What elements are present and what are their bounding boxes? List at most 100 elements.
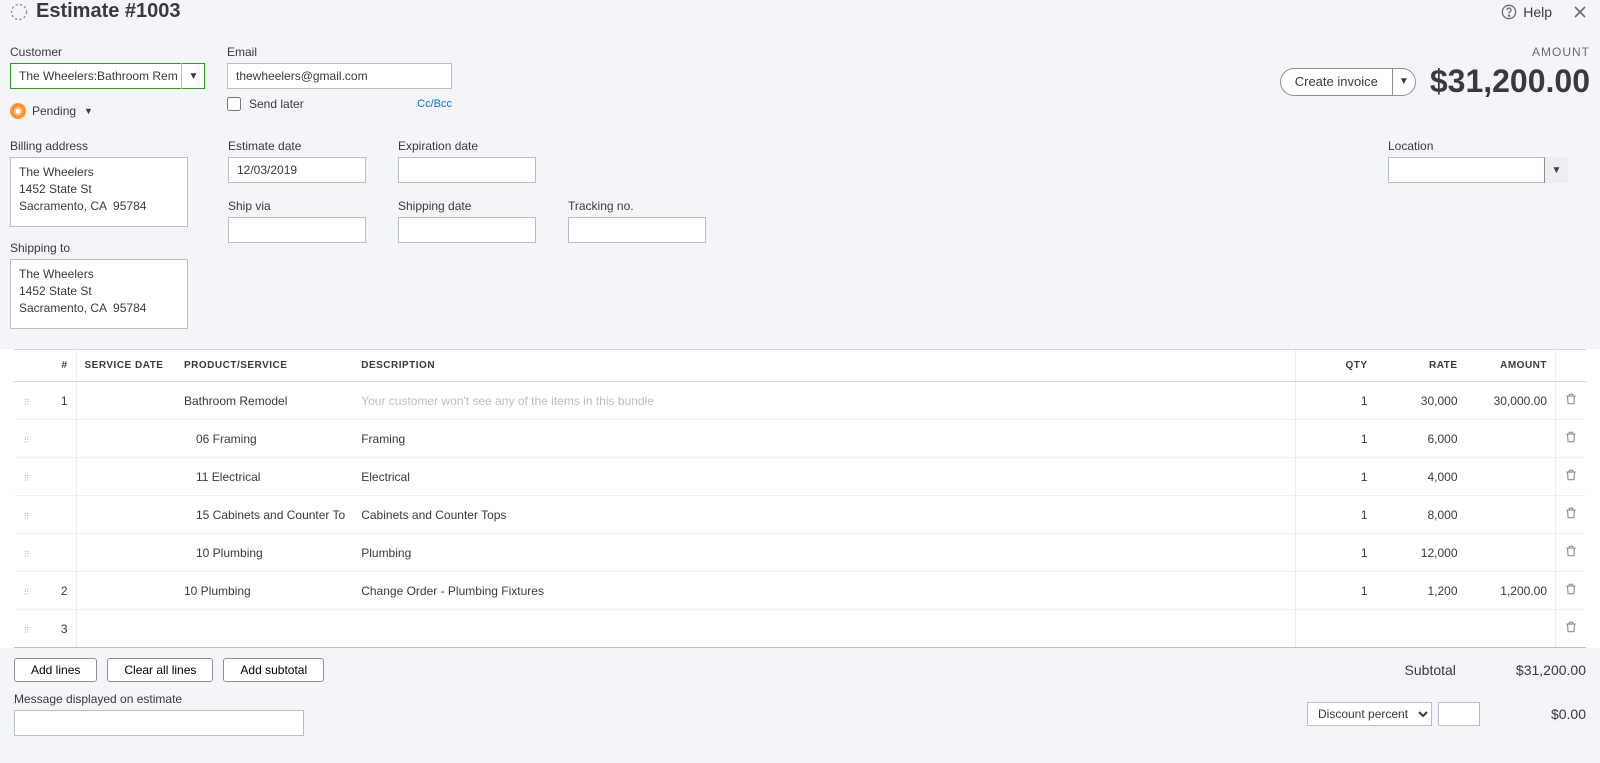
description-cell[interactable]: Plumbing — [353, 534, 1295, 572]
product-cell[interactable]: 11 Electrical — [176, 458, 353, 496]
description-cell[interactable]: Change Order - Plumbing Fixtures — [353, 572, 1295, 610]
product-cell[interactable]: 10 Plumbing — [176, 534, 353, 572]
status-dropdown[interactable]: ◉ Pending ▼ — [10, 103, 93, 119]
delete-row-icon[interactable] — [1556, 572, 1587, 610]
billing-address-label: Billing address — [10, 139, 188, 153]
rate-cell[interactable] — [1376, 610, 1466, 648]
amount-cell[interactable] — [1466, 610, 1556, 648]
service-date-cell[interactable] — [76, 382, 176, 420]
drag-handle-icon[interactable]: ⠿ — [14, 610, 40, 648]
service-date-cell[interactable] — [76, 496, 176, 534]
delete-row-icon[interactable] — [1556, 420, 1587, 458]
product-cell[interactable]: Bathroom Remodel — [176, 382, 353, 420]
drag-handle-icon[interactable]: ⠿ — [14, 382, 40, 420]
qty-cell[interactable] — [1296, 610, 1376, 648]
estimate-date-input[interactable] — [228, 157, 366, 183]
billing-address-input[interactable]: The Wheelers 1452 State St Sacramento, C… — [10, 157, 188, 227]
drag-handle-icon[interactable]: ⠿ — [14, 420, 40, 458]
service-date-cell[interactable] — [76, 572, 176, 610]
qty-cell[interactable]: 1 — [1296, 572, 1376, 610]
amount-cell[interactable]: 1,200.00 — [1466, 572, 1556, 610]
drag-handle-icon[interactable]: ⠿ — [14, 496, 40, 534]
col-product: PRODUCT/SERVICE — [176, 350, 353, 382]
row-num: 1 — [40, 382, 76, 420]
service-date-cell[interactable] — [76, 420, 176, 458]
table-row[interactable]: ⠿ 06 FramingFraming16,000 — [14, 420, 1586, 458]
qty-cell[interactable]: 1 — [1296, 496, 1376, 534]
clear-all-lines-button[interactable]: Clear all lines — [107, 658, 213, 682]
shipping-date-input[interactable] — [398, 217, 536, 243]
description-cell[interactable]: Electrical — [353, 458, 1295, 496]
rate-cell[interactable]: 30,000 — [1376, 382, 1466, 420]
service-date-cell[interactable] — [76, 534, 176, 572]
discount-type-select[interactable]: Discount percent — [1307, 702, 1432, 726]
amount-cell[interactable] — [1466, 534, 1556, 572]
rate-cell[interactable]: 1,200 — [1376, 572, 1466, 610]
delete-row-icon[interactable] — [1556, 458, 1587, 496]
qty-cell[interactable]: 1 — [1296, 420, 1376, 458]
close-icon[interactable] — [1570, 2, 1590, 22]
table-row[interactable]: ⠿ 10 PlumbingPlumbing112,000 — [14, 534, 1586, 572]
add-lines-button[interactable]: Add lines — [14, 658, 97, 682]
amount-cell[interactable] — [1466, 420, 1556, 458]
location-select[interactable] — [1388, 157, 1568, 183]
col-rate: RATE — [1376, 350, 1466, 382]
chevron-down-icon[interactable]: ▼ — [1544, 157, 1568, 183]
qty-cell[interactable]: 1 — [1296, 458, 1376, 496]
product-cell[interactable]: 06 Framing — [176, 420, 353, 458]
pending-icon: ◉ — [10, 103, 26, 119]
help-button[interactable]: Help — [1501, 4, 1552, 20]
table-row[interactable]: ⠿210 PlumbingChange Order - Plumbing Fix… — [14, 572, 1586, 610]
description-cell[interactable]: Framing — [353, 420, 1295, 458]
amount-cell[interactable]: 30,000.00 — [1466, 382, 1556, 420]
shipping-to-input[interactable]: The Wheelers 1452 State St Sacramento, C… — [10, 259, 188, 329]
send-later-checkbox[interactable]: Send later — [227, 97, 304, 111]
drag-handle-icon[interactable]: ⠿ — [14, 458, 40, 496]
delete-row-icon[interactable] — [1556, 534, 1587, 572]
delete-row-icon[interactable] — [1556, 610, 1587, 648]
table-row[interactable]: ⠿1Bathroom RemodelYour customer won't se… — [14, 382, 1586, 420]
product-cell[interactable] — [176, 610, 353, 648]
discount-input[interactable] — [1438, 702, 1480, 726]
email-input[interactable] — [227, 63, 452, 89]
product-cell[interactable]: 10 Plumbing — [176, 572, 353, 610]
service-date-cell[interactable] — [76, 610, 176, 648]
drag-handle-icon[interactable]: ⠿ — [14, 572, 40, 610]
table-row[interactable]: ⠿3 — [14, 610, 1586, 648]
estimate-icon — [10, 3, 28, 21]
chevron-down-icon[interactable]: ▼ — [1392, 68, 1416, 96]
amount-label: AMOUNT — [1280, 45, 1590, 59]
description-cell[interactable] — [353, 610, 1295, 648]
chevron-down-icon: ▼ — [84, 106, 93, 116]
service-date-cell[interactable] — [76, 458, 176, 496]
description-cell[interactable]: Your customer won't see any of the items… — [353, 382, 1295, 420]
amount-cell[interactable] — [1466, 496, 1556, 534]
add-subtotal-button[interactable]: Add subtotal — [223, 658, 324, 682]
message-input[interactable] — [14, 710, 304, 736]
amount-cell[interactable] — [1466, 458, 1556, 496]
table-row[interactable]: ⠿ 11 ElectricalElectrical14,000 — [14, 458, 1586, 496]
rate-cell[interactable]: 4,000 — [1376, 458, 1466, 496]
description-cell[interactable]: Cabinets and Counter Tops — [353, 496, 1295, 534]
rate-cell[interactable]: 12,000 — [1376, 534, 1466, 572]
rate-cell[interactable]: 6,000 — [1376, 420, 1466, 458]
qty-cell[interactable]: 1 — [1296, 534, 1376, 572]
col-amount: AMOUNT — [1466, 350, 1556, 382]
drag-handle-icon[interactable]: ⠿ — [14, 534, 40, 572]
ship-via-label: Ship via — [228, 199, 366, 213]
product-cell[interactable]: 15 Cabinets and Counter To — [176, 496, 353, 534]
tracking-no-input[interactable] — [568, 217, 706, 243]
shipping-to-label: Shipping to — [10, 241, 188, 255]
customer-select[interactable] — [10, 63, 205, 89]
delete-row-icon[interactable] — [1556, 496, 1587, 534]
qty-cell[interactable]: 1 — [1296, 382, 1376, 420]
delete-row-icon[interactable] — [1556, 382, 1587, 420]
ship-via-input[interactable] — [228, 217, 366, 243]
rate-cell[interactable]: 8,000 — [1376, 496, 1466, 534]
chevron-down-icon[interactable]: ▼ — [181, 63, 205, 89]
table-row[interactable]: ⠿ 15 Cabinets and Counter ToCabinets and … — [14, 496, 1586, 534]
cc-bcc-link[interactable]: Cc/Bcc — [417, 98, 452, 110]
amount-value: $31,200.00 — [1430, 63, 1590, 100]
create-invoice-button[interactable]: Create invoice ▼ — [1280, 68, 1416, 96]
expiration-date-input[interactable] — [398, 157, 536, 183]
